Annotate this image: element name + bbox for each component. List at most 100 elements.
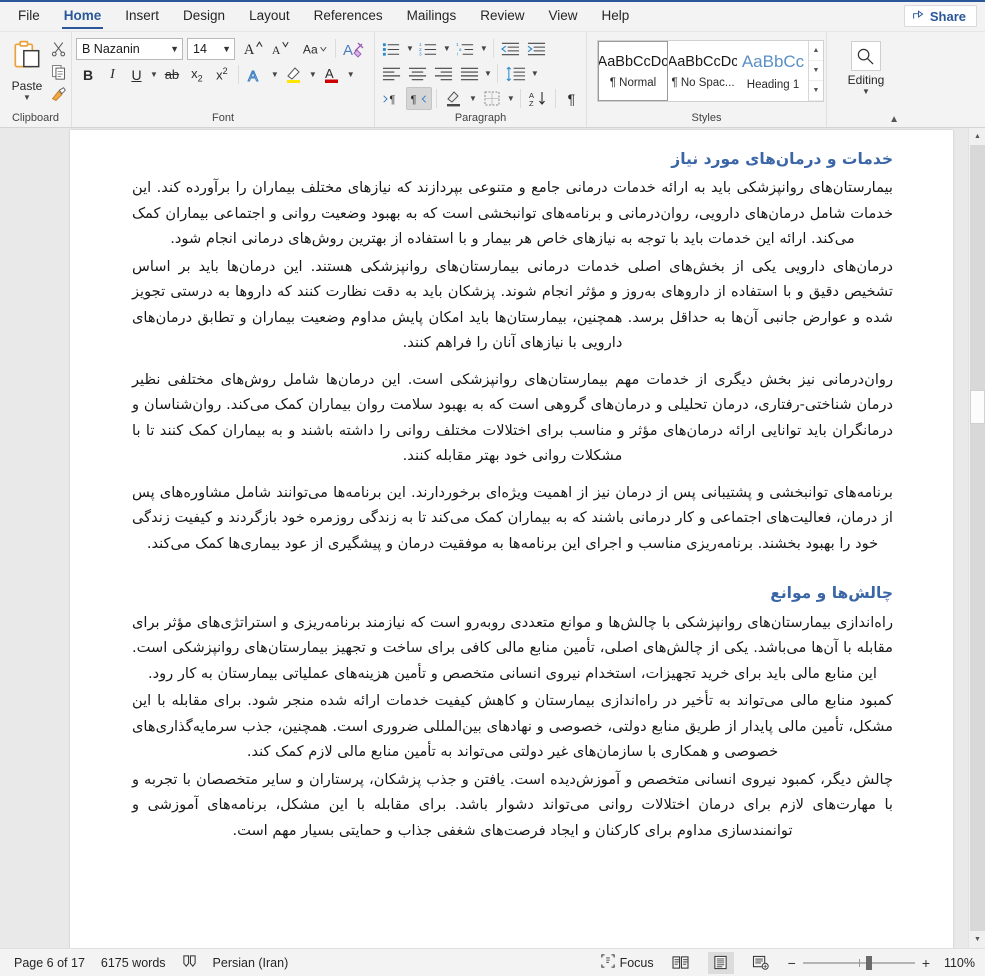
subscript-icon[interactable]: x2: [185, 63, 209, 86]
underline-icon[interactable]: U: [125, 63, 148, 86]
chevron-down-icon[interactable]: ▼: [468, 94, 478, 103]
zoom-out-button[interactable]: −: [788, 955, 796, 971]
document-page[interactable]: خدمات و درمان‌های مورد نیاز بیمارستان‌ها…: [70, 130, 953, 948]
tab-design[interactable]: Design: [171, 0, 237, 31]
text-highlight-color-icon[interactable]: [281, 63, 307, 86]
chevron-down-icon[interactable]: ▼: [405, 44, 415, 53]
line-spacing-icon[interactable]: [502, 62, 529, 85]
chevron-down-icon[interactable]: ▼: [270, 70, 280, 79]
grow-font-icon[interactable]: A: [240, 37, 266, 60]
numbering-icon[interactable]: 123: [416, 37, 441, 60]
align-center-icon[interactable]: [405, 62, 430, 85]
tab-view[interactable]: View: [536, 0, 589, 31]
font-name-combo[interactable]: B Nazanin ▼: [76, 37, 183, 60]
borders-icon[interactable]: [479, 87, 505, 110]
tab-insert[interactable]: Insert: [113, 0, 171, 31]
document-paragraph: کمبود منابع مالی می‌تواند به تأخیر در را…: [132, 692, 893, 760]
clear-formatting-icon[interactable]: A: [340, 37, 368, 60]
style-item-no-spacing[interactable]: AaBbCcDc ¶ No Spac...: [668, 41, 738, 101]
editing-button[interactable]: Editing ▼: [848, 37, 884, 96]
language-indicator[interactable]: Persian (Iran): [213, 956, 289, 970]
scrollbar-thumb[interactable]: [970, 390, 985, 424]
shading-icon[interactable]: [441, 87, 467, 110]
focus-icon: [600, 954, 615, 971]
vertical-scrollbar[interactable]: ▲ ▼: [968, 128, 985, 948]
tab-help[interactable]: Help: [590, 0, 642, 31]
font-size-combo[interactable]: 14 ▼: [187, 37, 235, 60]
zoom-slider-thumb[interactable]: [865, 955, 872, 970]
style-preview: AaBbCс: [741, 51, 805, 71]
style-item-heading-1[interactable]: AaBbCс Heading 1: [738, 41, 808, 101]
zoom-slider[interactable]: [802, 955, 915, 970]
increase-indent-icon[interactable]: [524, 37, 549, 60]
copy-icon[interactable]: [50, 63, 67, 85]
decrease-indent-icon[interactable]: [498, 37, 523, 60]
web-layout-icon[interactable]: [748, 952, 774, 974]
chevron-down-icon[interactable]: ▼: [218, 44, 231, 54]
change-case-icon[interactable]: Aa: [299, 37, 331, 60]
rtl-text-direction-icon[interactable]: ¶: [406, 87, 432, 110]
chevron-down-icon[interactable]: ▼: [506, 94, 516, 103]
tab-home[interactable]: Home: [52, 0, 114, 31]
tab-file[interactable]: File: [6, 0, 52, 31]
collapse-ribbon-icon[interactable]: ▲: [889, 114, 899, 125]
scroll-down-icon[interactable]: ▼: [970, 931, 985, 948]
svg-text:A: A: [244, 42, 255, 58]
chevron-down-icon[interactable]: ▼: [479, 44, 489, 53]
proofing-errors-icon[interactable]: [182, 954, 197, 972]
share-button[interactable]: Share: [903, 5, 977, 27]
justify-icon[interactable]: [457, 62, 482, 85]
chevron-down-icon[interactable]: ▼: [483, 69, 493, 78]
read-mode-icon[interactable]: [668, 952, 694, 974]
page-indicator[interactable]: Page 6 of 17: [14, 956, 85, 970]
align-left-icon[interactable]: [379, 62, 404, 85]
chevron-down-icon[interactable]: ▼: [346, 70, 356, 79]
scroll-up-icon[interactable]: ▲: [809, 41, 823, 61]
font-color-icon[interactable]: A: [319, 63, 345, 86]
format-painter-icon[interactable]: [50, 86, 67, 108]
align-right-icon[interactable]: [431, 62, 456, 85]
cut-icon[interactable]: [50, 40, 67, 62]
focus-button[interactable]: Focus: [600, 954, 654, 971]
tab-references[interactable]: References: [302, 0, 395, 31]
search-icon[interactable]: [850, 41, 881, 71]
focus-label: Focus: [619, 955, 654, 970]
paste-label: Paste: [11, 79, 43, 93]
scroll-down-icon[interactable]: ▼: [809, 61, 823, 81]
bold-icon[interactable]: B: [76, 63, 100, 86]
tab-layout[interactable]: Layout: [237, 0, 302, 31]
zoom-slider-midpoint: [858, 958, 860, 967]
chevron-down-icon[interactable]: ▼: [149, 70, 159, 79]
zoom-control[interactable]: − + 110%: [788, 955, 975, 971]
more-styles-icon[interactable]: ▼: [809, 81, 823, 101]
tab-review[interactable]: Review: [468, 0, 536, 31]
italic-icon[interactable]: I: [101, 63, 124, 86]
document-body[interactable]: خدمات و درمان‌های مورد نیاز بیمارستان‌ها…: [70, 130, 953, 843]
chevron-down-icon[interactable]: ▼: [530, 69, 540, 78]
svg-text:Z: Z: [529, 99, 534, 107]
chevron-down-icon[interactable]: ▼: [861, 87, 871, 96]
bullets-icon[interactable]: [379, 37, 404, 60]
chevron-down-icon[interactable]: ▼: [308, 70, 318, 79]
word-count[interactable]: 6175 words: [101, 956, 166, 970]
chevron-down-icon[interactable]: ▼: [22, 93, 32, 102]
ltr-text-direction-icon[interactable]: ¶: [379, 87, 405, 110]
show-formatting-marks-icon[interactable]: ¶: [560, 87, 583, 110]
chevron-down-icon[interactable]: ▼: [166, 44, 179, 54]
multilevel-list-icon[interactable]: 1ai: [453, 37, 478, 60]
strikethrough-icon[interactable]: ab: [160, 63, 184, 86]
style-item-normal[interactable]: AaBbCcDc ¶ Normal: [598, 41, 668, 101]
scrollbar-track[interactable]: [970, 145, 985, 931]
document-canvas[interactable]: خدمات و درمان‌های مورد نیاز بیمارستان‌ها…: [0, 128, 985, 948]
shrink-font-icon[interactable]: A: [267, 37, 293, 60]
paste-button[interactable]: Paste ▼: [4, 37, 50, 102]
zoom-in-button[interactable]: +: [922, 955, 930, 971]
print-layout-icon[interactable]: [707, 951, 734, 974]
scroll-up-icon[interactable]: ▲: [970, 128, 985, 145]
sort-icon[interactable]: AZ: [525, 87, 551, 110]
superscript-icon[interactable]: x2: [210, 63, 234, 86]
chevron-down-icon[interactable]: ▼: [442, 44, 452, 53]
text-effects-icon[interactable]: A: [243, 63, 269, 86]
zoom-level[interactable]: 110%: [937, 956, 975, 970]
tab-mailings[interactable]: Mailings: [395, 0, 469, 31]
